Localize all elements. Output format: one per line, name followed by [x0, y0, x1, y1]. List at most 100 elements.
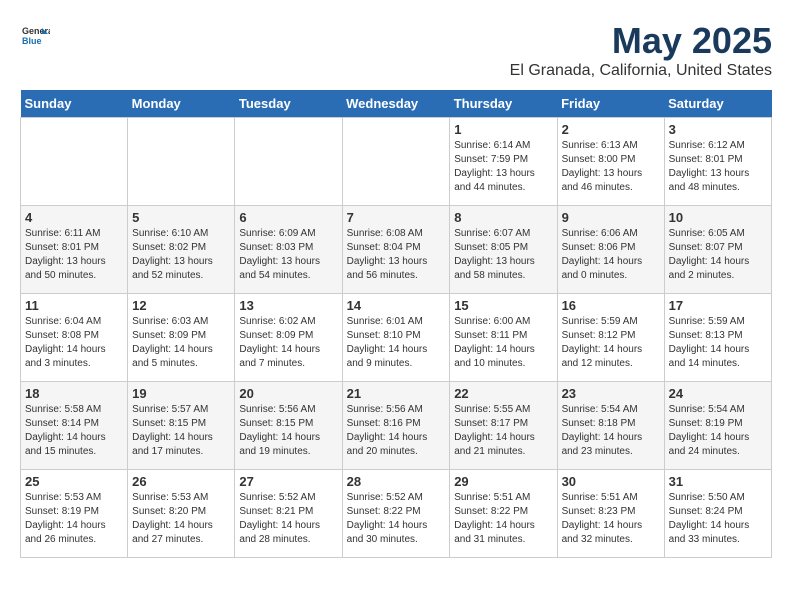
- calendar-cell: 10 Sunrise: 6:05 AM Sunset: 8:07 PM Dayli…: [664, 206, 771, 294]
- day-number: 25: [25, 474, 123, 489]
- day-detail: Sunrise: 5:51 AM Sunset: 8:23 PM Dayligh…: [562, 492, 643, 545]
- calendar-table: SundayMondayTuesdayWednesdayThursdayFrid…: [20, 90, 772, 558]
- calendar-cell: 8Sunrise: 6:07 AM Sunset: 8:05 PM Daylig…: [450, 206, 557, 294]
- calendar-cell: 3 Sunrise: 6:12 AM Sunset: 8:01 PM Daylig…: [664, 118, 771, 206]
- title-area: May 2025 El Granada, California, United …: [510, 20, 772, 80]
- day-detail: Sunrise: 6:11 AM Sunset: 8:01 PM Dayligh…: [25, 228, 106, 281]
- calendar-cell: 27Sunrise: 5:52 AM Sunset: 8:21 PM Dayli…: [235, 470, 342, 558]
- day-detail: Sunrise: 5:53 AM Sunset: 8:20 PM Dayligh…: [132, 492, 213, 545]
- calendar-header-row: SundayMondayTuesdayWednesdayThursdayFrid…: [21, 90, 772, 118]
- svg-text:Blue: Blue: [22, 36, 42, 46]
- svg-text:General: General: [22, 26, 50, 36]
- day-detail: Sunrise: 6:12 AM Sunset: 8:01 PM Dayligh…: [669, 140, 750, 193]
- day-number: 1: [454, 122, 552, 137]
- day-number: 15: [454, 298, 552, 313]
- calendar-cell: 26Sunrise: 5:53 AM Sunset: 8:20 PM Dayli…: [128, 470, 235, 558]
- page-subtitle: El Granada, California, United States: [510, 62, 772, 80]
- page-title: May 2025: [510, 20, 772, 62]
- day-detail: Sunrise: 6:08 AM Sunset: 8:04 PM Dayligh…: [347, 228, 428, 281]
- day-number: 4: [25, 210, 123, 225]
- calendar-cell: 28 Sunrise: 5:52 AM Sunset: 8:22 PM Dayli…: [342, 470, 450, 558]
- calendar-cell: 12 Sunrise: 6:03 AM Sunset: 8:09 PM Dayli…: [128, 294, 235, 382]
- day-detail: Sunrise: 5:51 AM Sunset: 8:22 PM Dayligh…: [454, 492, 535, 545]
- calendar-day-header: Wednesday: [342, 90, 450, 118]
- day-detail: Sunrise: 6:09 AM Sunset: 8:03 PM Dayligh…: [239, 228, 320, 281]
- calendar-cell: 31Sunrise: 5:50 AM Sunset: 8:24 PM Dayli…: [664, 470, 771, 558]
- day-number: 29: [454, 474, 552, 489]
- calendar-cell: 17Sunrise: 5:59 AM Sunset: 8:13 PM Dayli…: [664, 294, 771, 382]
- day-number: 20: [239, 386, 337, 401]
- calendar-cell: 18Sunrise: 5:58 AM Sunset: 8:14 PM Dayli…: [21, 382, 128, 470]
- day-detail: Sunrise: 6:03 AM Sunset: 8:09 PM Dayligh…: [132, 316, 213, 369]
- day-number: 2: [562, 122, 660, 137]
- calendar-cell: 13Sunrise: 6:02 AM Sunset: 8:09 PM Dayli…: [235, 294, 342, 382]
- day-number: 8: [454, 210, 552, 225]
- calendar-cell: [21, 118, 128, 206]
- logo: General Blue: [20, 20, 54, 50]
- day-number: 30: [562, 474, 660, 489]
- calendar-cell: 16Sunrise: 5:59 AM Sunset: 8:12 PM Dayli…: [557, 294, 664, 382]
- day-detail: Sunrise: 6:00 AM Sunset: 8:11 PM Dayligh…: [454, 316, 535, 369]
- day-number: 19: [132, 386, 230, 401]
- calendar-cell: [342, 118, 450, 206]
- calendar-cell: 22Sunrise: 5:55 AM Sunset: 8:17 PM Dayli…: [450, 382, 557, 470]
- day-detail: Sunrise: 5:56 AM Sunset: 8:16 PM Dayligh…: [347, 404, 428, 457]
- day-detail: Sunrise: 5:54 AM Sunset: 8:19 PM Dayligh…: [669, 404, 750, 457]
- day-number: 22: [454, 386, 552, 401]
- calendar-cell: 1Sunrise: 6:14 AM Sunset: 7:59 PM Daylig…: [450, 118, 557, 206]
- calendar-week-row: 11 Sunrise: 6:04 AM Sunset: 8:08 PM Dayli…: [21, 294, 772, 382]
- calendar-cell: 23 Sunrise: 5:54 AM Sunset: 8:18 PM Dayli…: [557, 382, 664, 470]
- day-detail: Sunrise: 5:57 AM Sunset: 8:15 PM Dayligh…: [132, 404, 213, 457]
- calendar-day-header: Saturday: [664, 90, 771, 118]
- calendar-day-header: Sunday: [21, 90, 128, 118]
- calendar-week-row: 1Sunrise: 6:14 AM Sunset: 7:59 PM Daylig…: [21, 118, 772, 206]
- day-number: 14: [347, 298, 446, 313]
- day-detail: Sunrise: 5:59 AM Sunset: 8:13 PM Dayligh…: [669, 316, 750, 369]
- day-detail: Sunrise: 5:50 AM Sunset: 8:24 PM Dayligh…: [669, 492, 750, 545]
- day-number: 7: [347, 210, 446, 225]
- calendar-day-header: Thursday: [450, 90, 557, 118]
- day-detail: Sunrise: 5:56 AM Sunset: 8:15 PM Dayligh…: [239, 404, 320, 457]
- day-detail: Sunrise: 6:06 AM Sunset: 8:06 PM Dayligh…: [562, 228, 643, 281]
- page-header: General Blue May 2025 El Granada, Califo…: [20, 20, 772, 80]
- calendar-cell: [235, 118, 342, 206]
- calendar-day-header: Monday: [128, 90, 235, 118]
- calendar-cell: 24 Sunrise: 5:54 AM Sunset: 8:19 PM Dayli…: [664, 382, 771, 470]
- calendar-day-header: Tuesday: [235, 90, 342, 118]
- calendar-cell: 9 Sunrise: 6:06 AM Sunset: 8:06 PM Daylig…: [557, 206, 664, 294]
- calendar-cell: 20 Sunrise: 5:56 AM Sunset: 8:15 PM Dayli…: [235, 382, 342, 470]
- calendar-cell: 30 Sunrise: 5:51 AM Sunset: 8:23 PM Dayli…: [557, 470, 664, 558]
- calendar-cell: 14 Sunrise: 6:01 AM Sunset: 8:10 PM Dayli…: [342, 294, 450, 382]
- calendar-cell: 15 Sunrise: 6:00 AM Sunset: 8:11 PM Dayli…: [450, 294, 557, 382]
- day-number: 5: [132, 210, 230, 225]
- day-detail: Sunrise: 5:58 AM Sunset: 8:14 PM Dayligh…: [25, 404, 106, 457]
- day-number: 21: [347, 386, 446, 401]
- calendar-cell: 6 Sunrise: 6:09 AM Sunset: 8:03 PM Daylig…: [235, 206, 342, 294]
- day-detail: Sunrise: 6:01 AM Sunset: 8:10 PM Dayligh…: [347, 316, 428, 369]
- day-detail: Sunrise: 6:13 AM Sunset: 8:00 PM Dayligh…: [562, 140, 643, 193]
- day-number: 10: [669, 210, 767, 225]
- day-number: 23: [562, 386, 660, 401]
- day-number: 12: [132, 298, 230, 313]
- day-number: 28: [347, 474, 446, 489]
- calendar-week-row: 4 Sunrise: 6:11 AM Sunset: 8:01 PM Daylig…: [21, 206, 772, 294]
- day-detail: Sunrise: 6:10 AM Sunset: 8:02 PM Dayligh…: [132, 228, 213, 281]
- calendar-cell: 4 Sunrise: 6:11 AM Sunset: 8:01 PM Daylig…: [21, 206, 128, 294]
- day-number: 11: [25, 298, 123, 313]
- day-detail: Sunrise: 5:53 AM Sunset: 8:19 PM Dayligh…: [25, 492, 106, 545]
- calendar-cell: 21 Sunrise: 5:56 AM Sunset: 8:16 PM Dayli…: [342, 382, 450, 470]
- day-number: 6: [239, 210, 337, 225]
- day-detail: Sunrise: 5:54 AM Sunset: 8:18 PM Dayligh…: [562, 404, 643, 457]
- calendar-cell: 25 Sunrise: 5:53 AM Sunset: 8:19 PM Dayli…: [21, 470, 128, 558]
- day-number: 24: [669, 386, 767, 401]
- day-number: 9: [562, 210, 660, 225]
- day-number: 3: [669, 122, 767, 137]
- calendar-cell: 7 Sunrise: 6:08 AM Sunset: 8:04 PM Daylig…: [342, 206, 450, 294]
- calendar-cell: [128, 118, 235, 206]
- day-number: 13: [239, 298, 337, 313]
- logo-icon: General Blue: [20, 20, 50, 50]
- day-detail: Sunrise: 5:52 AM Sunset: 8:22 PM Dayligh…: [347, 492, 428, 545]
- day-detail: Sunrise: 6:04 AM Sunset: 8:08 PM Dayligh…: [25, 316, 106, 369]
- day-detail: Sunrise: 5:59 AM Sunset: 8:12 PM Dayligh…: [562, 316, 643, 369]
- day-detail: Sunrise: 6:05 AM Sunset: 8:07 PM Dayligh…: [669, 228, 750, 281]
